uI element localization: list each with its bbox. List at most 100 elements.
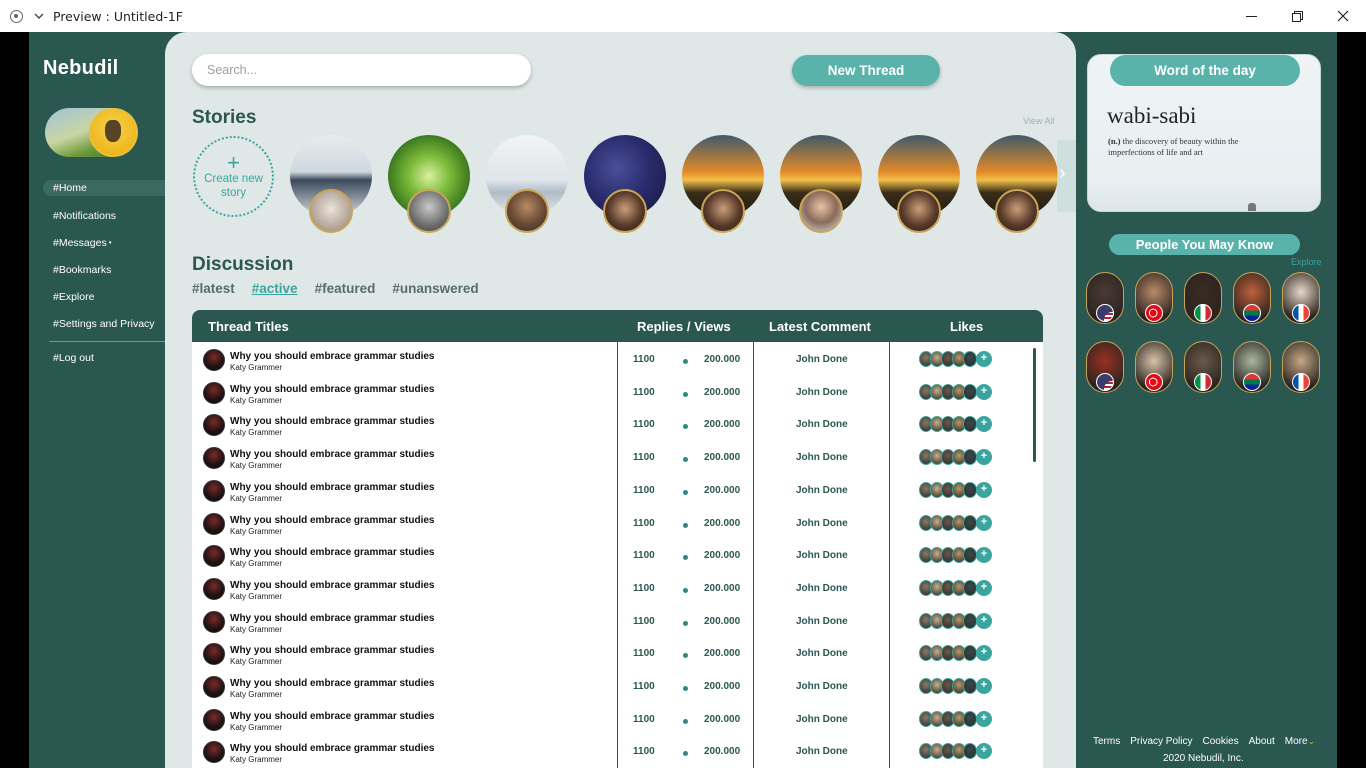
likes-avatars[interactable]: + [919,579,1003,596]
add-like-icon[interactable]: + [976,710,992,727]
sidebar-item-logout[interactable]: #Log out [43,344,165,371]
latest-comment-author[interactable]: John Done [796,616,848,627]
add-like-icon[interactable]: + [976,612,992,629]
explore-link[interactable]: Explore [1291,257,1322,267]
likes-avatars[interactable]: + [919,383,1003,400]
create-story-button[interactable]: + Create new story [193,136,274,217]
sidebar-item-home[interactable]: #Home [43,180,165,196]
thread-title[interactable]: Why you should embrace grammar studies [230,743,435,754]
add-like-icon[interactable]: + [976,351,992,367]
latest-comment-author[interactable]: John Done [796,681,848,692]
sidebar-item-notifications[interactable]: #Notifications [43,202,165,229]
footer-link-about[interactable]: About [1249,736,1275,747]
likes-avatars[interactable]: + [919,612,1003,629]
likes-avatars[interactable]: + [919,678,1003,694]
view-all-link[interactable]: View All [1023,116,1054,126]
thread-title[interactable]: Why you should embrace grammar studies [230,547,435,558]
table-row[interactable]: Why you should embrace grammar studies Ka… [192,606,1043,639]
avatar[interactable] [203,349,225,371]
word-of-the-day-card[interactable]: Word of the day wabi-sabi (n.) the disco… [1087,54,1321,212]
table-scrollbar[interactable] [1033,348,1036,462]
thread-title[interactable]: Why you should embrace grammar studies [230,384,435,395]
avatar[interactable] [203,545,225,568]
table-row[interactable]: Why you should embrace grammar studies Ka… [192,638,1043,671]
table-row[interactable]: Why you should embrace grammar studies Ka… [192,540,1043,573]
thread-title[interactable]: Why you should embrace grammar studies [230,580,435,591]
header-thread-titles[interactable]: Thread Titles [208,319,289,334]
likes-avatars[interactable]: + [919,481,1003,498]
table-row[interactable]: Why you should embrace grammar studies Ka… [192,442,1043,475]
thread-author[interactable]: Katy Grammer [230,363,282,372]
footer-link-cookies[interactable]: Cookies [1202,736,1238,747]
thread-title[interactable]: Why you should embrace grammar studies [230,613,435,624]
filter-featured[interactable]: #featured [315,281,376,296]
add-like-icon[interactable]: + [976,449,992,466]
header-replies-views[interactable]: Replies / Views [637,319,731,334]
add-like-icon[interactable]: + [976,547,992,564]
avatar[interactable] [203,512,225,535]
likes-avatars[interactable]: + [919,710,1003,727]
table-row[interactable]: Why you should embrace grammar studies Ka… [192,409,1043,442]
add-like-icon[interactable]: + [976,579,992,596]
sidebar-item-settings[interactable]: #Settings and Privacy [43,310,165,337]
table-row[interactable]: Why you should embrace grammar studies Ka… [192,736,1043,768]
avatar[interactable] [203,643,225,666]
thread-author[interactable]: Katy Grammer [230,755,282,764]
thread-title[interactable]: Why you should embrace grammar studies [230,482,435,493]
table-row[interactable]: Why you should embrace grammar studies Ka… [192,573,1043,606]
add-like-icon[interactable]: + [976,645,992,662]
header-likes[interactable]: Likes [950,319,983,334]
avatar[interactable] [203,708,225,731]
close-button[interactable] [1320,0,1366,32]
brand-logo[interactable]: Nebudil [43,57,118,80]
avatar[interactable] [203,414,225,437]
add-like-icon[interactable]: + [976,416,992,433]
thread-author[interactable]: Katy Grammer [230,461,282,470]
thread-title[interactable]: Why you should embrace grammar studies [230,678,435,689]
footer-link-more[interactable]: More⌄ [1285,736,1315,747]
latest-comment-author[interactable]: John Done [796,648,848,659]
likes-avatars[interactable]: + [919,547,1003,564]
thread-title[interactable]: Why you should embrace grammar studies [230,351,435,362]
likes-avatars[interactable]: + [919,514,1003,531]
add-like-icon[interactable]: + [976,678,992,694]
minimize-button[interactable] [1228,0,1274,32]
add-like-icon[interactable]: + [976,514,992,531]
new-thread-button[interactable]: New Thread [792,55,940,86]
thread-title[interactable]: Why you should embrace grammar studies [230,416,435,427]
thread-author[interactable]: Katy Grammer [230,657,282,666]
search-input[interactable] [192,54,531,86]
avatar[interactable] [203,610,225,633]
thread-author[interactable]: Katy Grammer [230,559,282,568]
thread-author[interactable]: Katy Grammer [230,428,282,437]
sidebar-item-bookmarks[interactable]: #Bookmarks [43,256,165,283]
filter-active[interactable]: #active [252,281,298,296]
thread-author[interactable]: Katy Grammer [230,494,282,503]
thread-author[interactable]: Katy Grammer [230,396,282,405]
table-row[interactable]: Why you should embrace grammar studies Ka… [192,475,1043,508]
add-like-icon[interactable]: + [976,383,992,400]
avatar[interactable] [203,577,225,600]
table-row[interactable]: Why you should embrace grammar studies Ka… [192,671,1043,704]
latest-comment-author[interactable]: John Done [796,583,848,594]
table-row[interactable]: Why you should embrace grammar studies Ka… [192,508,1043,541]
filter-latest[interactable]: #latest [192,281,235,296]
restore-button[interactable] [1274,0,1320,32]
footer-link-terms[interactable]: Terms [1093,736,1120,747]
thread-title[interactable]: Why you should embrace grammar studies [230,645,435,656]
thread-title[interactable]: Why you should embrace grammar studies [230,449,435,460]
thread-title[interactable]: Why you should embrace grammar studies [230,711,435,722]
latest-comment-author[interactable]: John Done [796,746,848,757]
thread-author[interactable]: Katy Grammer [230,592,282,601]
add-like-icon[interactable]: + [976,481,992,498]
table-row[interactable]: Why you should embrace grammar studies Ka… [192,377,1043,410]
latest-comment-author[interactable]: John Done [796,452,848,463]
avatar[interactable] [203,676,225,698]
latest-comment-author[interactable]: John Done [796,387,848,398]
avatar[interactable] [203,447,225,470]
table-row[interactable]: Why you should embrace grammar studies Ka… [192,344,1043,377]
header-latest-comment[interactable]: Latest Comment [769,319,871,334]
likes-avatars[interactable]: + [919,743,1003,760]
table-row[interactable]: Why you should embrace grammar studies Ka… [192,704,1043,737]
thread-author[interactable]: Katy Grammer [230,625,282,634]
